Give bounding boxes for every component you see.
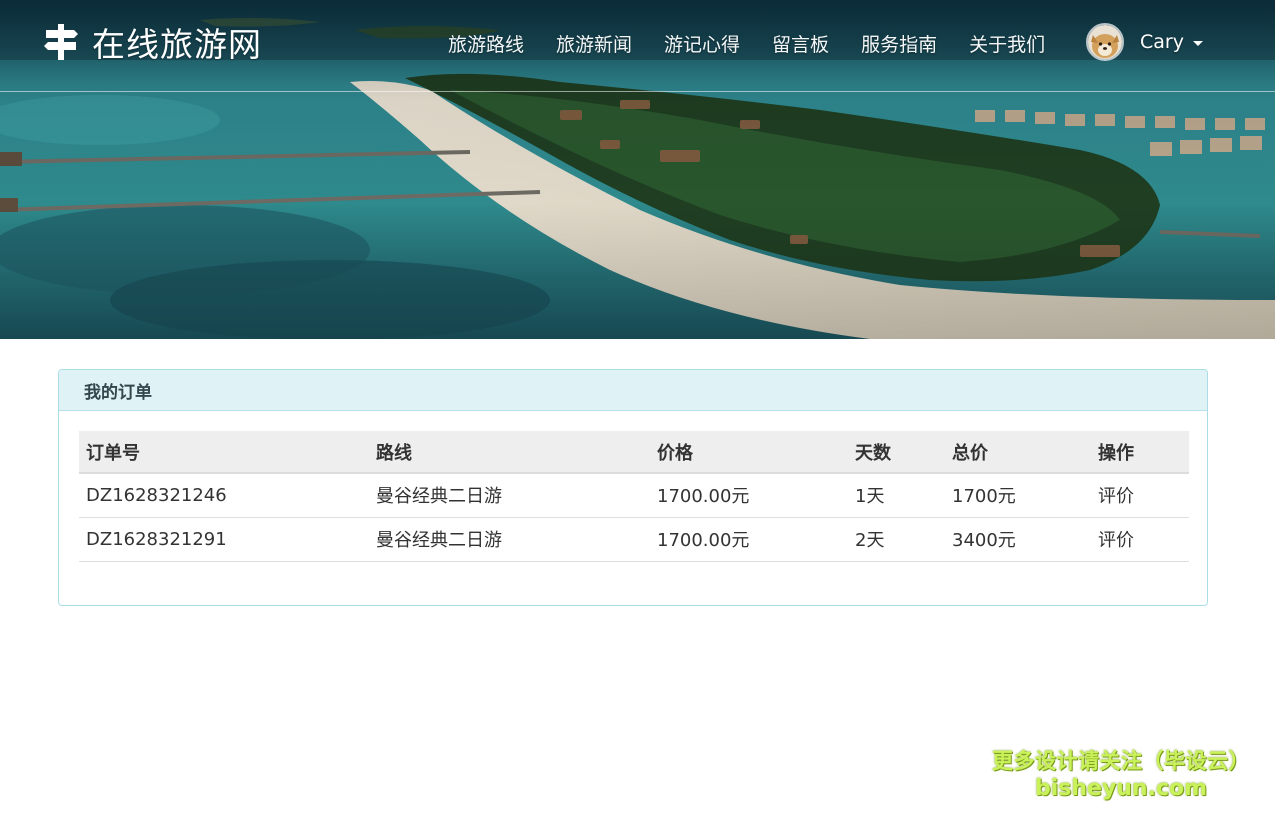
total-cell: 1700元 (945, 473, 1091, 518)
nav-item-travel-notes[interactable]: 游记心得 (648, 26, 756, 61)
nav-item-service-guide[interactable]: 服务指南 (845, 26, 953, 61)
top-navbar: 在线旅游网 旅游路线 旅游新闻 游记心得 留言板 服务指南 关于我们 Cary (0, 0, 1275, 92)
panel-heading: 我的订单 (59, 370, 1207, 411)
column-header-order-no: 订单号 (79, 431, 369, 474)
watermark-text: 更多设计请关注（毕设云） (992, 749, 1250, 773)
main-nav: 旅游路线 旅游新闻 游记心得 留言板 服务指南 关于我们 (432, 26, 1061, 61)
orders-table: 订单号 路线 价格 天数 总价 操作 DZ1628321246 曼谷经典二日游 … (79, 431, 1189, 562)
route-cell: 曼谷经典二日游 (369, 473, 650, 518)
total-cell: 3400元 (945, 517, 1091, 562)
route-cell: 曼谷经典二日游 (369, 517, 650, 562)
column-header-total: 总价 (945, 431, 1091, 474)
order-no-cell: DZ1628321291 (79, 517, 369, 562)
site-title: 在线旅游网 (92, 25, 262, 64)
watermark: 更多设计请关注（毕设云） bisheyun.com (990, 745, 1252, 801)
table-row: DZ1628321246 曼谷经典二日游 1700.00元 1天 1700元 评… (79, 473, 1189, 518)
days-cell: 2天 (848, 517, 945, 562)
username[interactable]: Cary (1140, 31, 1184, 53)
caret-down-icon[interactable] (1192, 40, 1203, 46)
nav-item-routes[interactable]: 旅游路线 (432, 26, 540, 61)
my-orders-panel: 我的订单 订单号 路线 价格 天数 总价 操作 DZ1628321246 曼谷经… (58, 369, 1208, 606)
watermark-url: bisheyun.com (1034, 776, 1208, 801)
nav-item-news[interactable]: 旅游新闻 (540, 26, 648, 61)
table-header-row: 订单号 路线 价格 天数 总价 操作 (79, 431, 1189, 474)
column-header-action: 操作 (1091, 431, 1189, 474)
table-row: DZ1628321291 曼谷经典二日游 1700.00元 2天 3400元 评… (79, 517, 1189, 562)
price-cell: 1700.00元 (650, 517, 848, 562)
signpost-icon (44, 24, 78, 60)
column-header-route: 路线 (369, 431, 650, 474)
order-no-cell: DZ1628321246 (79, 473, 369, 518)
price-cell: 1700.00元 (650, 473, 848, 518)
user-menu[interactable]: Cary (1086, 23, 1203, 61)
review-link[interactable]: 评价 (1091, 517, 1189, 562)
nav-item-message-board[interactable]: 留言板 (756, 26, 845, 61)
site-logo[interactable]: 在线旅游网 (44, 18, 262, 66)
days-cell: 1天 (848, 473, 945, 518)
avatar[interactable] (1086, 23, 1124, 61)
column-header-days: 天数 (848, 431, 945, 474)
nav-item-about-us[interactable]: 关于我们 (953, 26, 1061, 61)
panel-title: 我的订单 (84, 383, 152, 403)
review-link[interactable]: 评价 (1091, 473, 1189, 518)
column-header-price: 价格 (650, 431, 848, 474)
dog-avatar-icon (1088, 25, 1122, 59)
